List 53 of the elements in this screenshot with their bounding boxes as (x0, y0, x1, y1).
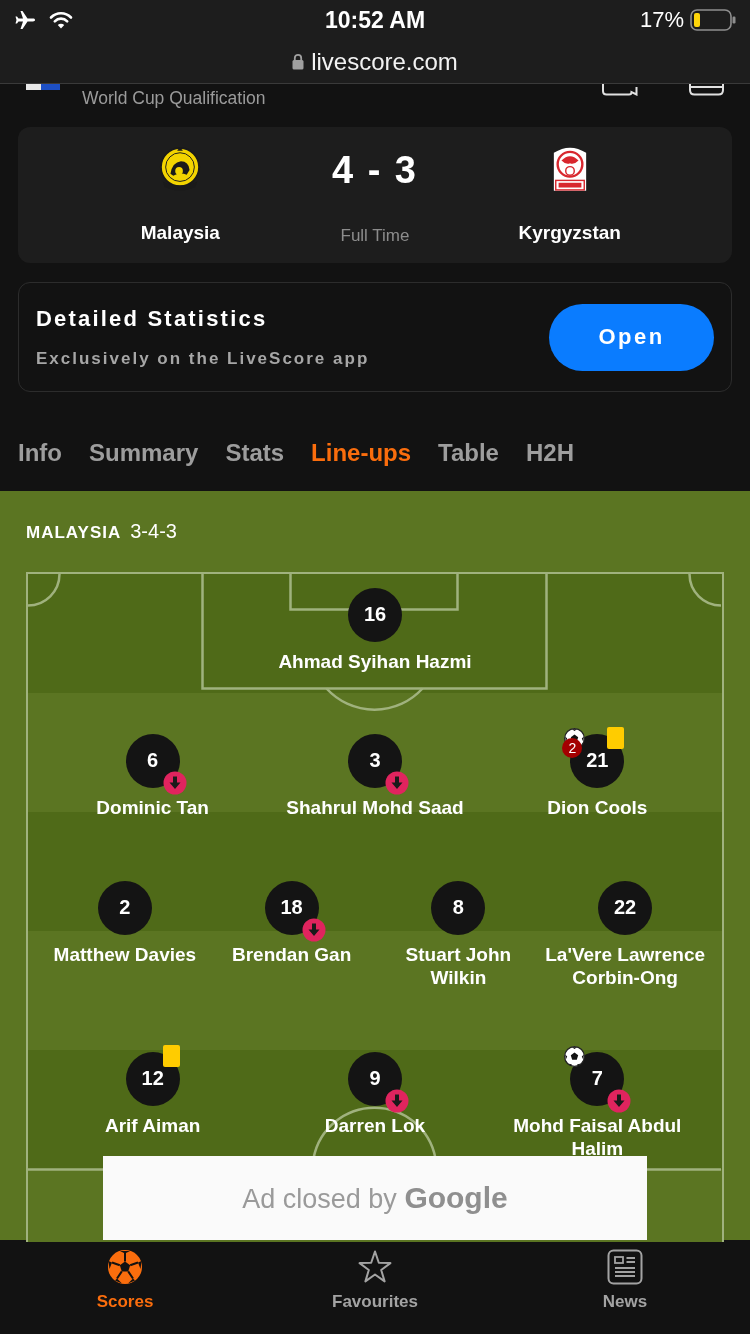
player-name: Matthew Davies (53, 942, 197, 966)
player-number[interactable]: 2 (97, 880, 152, 935)
star-icon (357, 1249, 393, 1285)
nav-item[interactable]: Favourites (250, 1240, 500, 1334)
clipped-icon[interactable] (689, 84, 724, 96)
promo-subtitle: Exclusively on the LiveScore app (36, 348, 370, 370)
player-name: Brendan Gan (231, 942, 352, 966)
tab[interactable]: H2H (525, 438, 574, 468)
tab[interactable]: Summary (89, 438, 199, 468)
address-bar-url[interactable]: livescore.com (311, 47, 458, 76)
match-score: 4 - 3 (331, 148, 418, 192)
formation: 3-4-3 (130, 519, 177, 543)
clipped-icon[interactable] (602, 84, 638, 96)
promo-title: Detailed Statistics (36, 305, 269, 333)
player-name: Stuart John Wilkin (404, 942, 513, 989)
airplane-icon (14, 10, 36, 30)
player-name: Mohd Faisal Abdul Halim (512, 1113, 683, 1160)
player-name: La'Vere Lawrence Corbin-Ong (544, 942, 706, 989)
open-button[interactable]: Open (549, 303, 714, 371)
player-name: Ahmad Syihan Hazmi (278, 649, 472, 673)
tab[interactable]: Table (438, 438, 499, 468)
player-number[interactable]: 22 (598, 880, 653, 935)
nav-item[interactable]: News (500, 1240, 750, 1334)
status-time: 10:52 AM (324, 6, 426, 34)
player-number[interactable]: 3 (348, 733, 402, 788)
tab[interactable]: Stats (225, 438, 285, 468)
player-name: Dominic Tan (96, 795, 209, 819)
player-number[interactable]: 18 (264, 880, 319, 935)
player-number[interactable]: 12 (125, 1051, 180, 1106)
competition-name: World Cup Qualification (82, 87, 266, 109)
player-name: Dion Cools (547, 795, 648, 819)
player-number[interactable]: 8 (431, 880, 486, 935)
player-number[interactable]: 9 (348, 1051, 402, 1106)
player-name: Darren Lok (324, 1113, 426, 1137)
battery-percent: 17% (639, 7, 684, 33)
soccer-ball-icon (107, 1249, 143, 1285)
home-team-name: Malaysia (140, 221, 220, 245)
lineup-team-name: MALAYSIA (26, 522, 122, 544)
nav-item[interactable]: Scores (0, 1240, 250, 1334)
away-team-name: Kyrgyzstan (518, 221, 621, 245)
lock-icon (292, 53, 305, 70)
player-name: Shahrul Mohd Saad (286, 795, 464, 819)
player-name: Arif Aiman (104, 1113, 201, 1137)
competition-logo-icon (26, 84, 60, 90)
tab[interactable]: Info (18, 438, 62, 468)
player-number[interactable]: 6 (125, 733, 180, 788)
battery-icon (690, 9, 736, 31)
player-number[interactable]: 16 (348, 587, 402, 642)
match-status: Full Time (340, 225, 410, 247)
ad-closed-text: Ad closed by Google (242, 1180, 508, 1216)
news-icon (607, 1249, 643, 1285)
wifi-icon (49, 11, 73, 29)
tab[interactable]: Line-ups (311, 438, 412, 468)
